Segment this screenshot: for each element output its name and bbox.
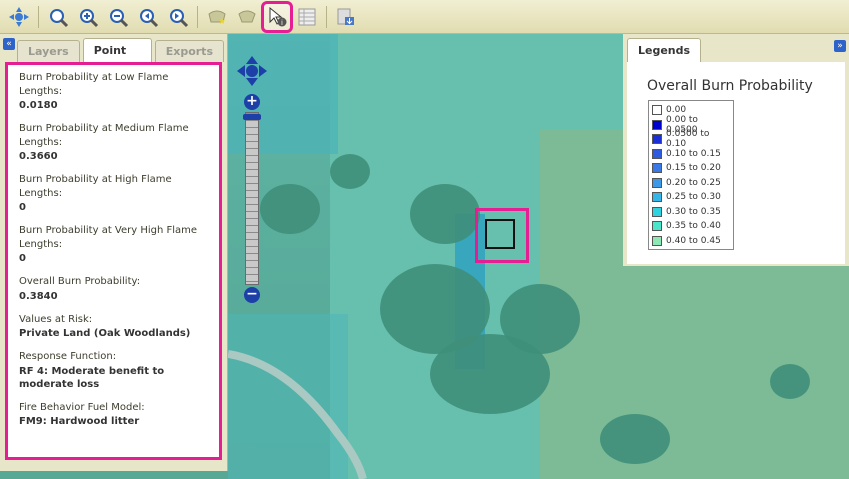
legend-swatch <box>652 163 662 174</box>
collapse-left-panel-icon[interactable]: « <box>3 38 15 50</box>
left-panel: « Layers Point Info Exports Burn Probabi… <box>0 34 228 471</box>
field-value: 0.0180 <box>19 100 58 111</box>
collapse-legend-icon[interactable]: » <box>834 40 846 52</box>
tree-canopy <box>770 364 810 399</box>
legend-title: Overall Burn Probability <box>647 78 813 94</box>
draw-polygon-icon[interactable] <box>234 4 260 30</box>
legend-item: 0.15 to 0.20 <box>652 161 730 176</box>
pan-tool-icon[interactable] <box>6 4 32 30</box>
zoom-slider[interactable] <box>245 112 259 285</box>
tree-canopy <box>260 184 320 234</box>
legend-item: 0.25 to 0.30 <box>652 190 730 205</box>
tree-canopy <box>410 184 480 244</box>
field-value: Private Land (Oak Woodlands) <box>19 328 191 339</box>
field-label: Burn Probability at Medium Flame Lengths… <box>19 123 189 148</box>
legend-label: 0.15 to 0.20 <box>666 163 721 174</box>
tab-exports[interactable]: Exports <box>154 40 224 62</box>
selected-grid-cell[interactable] <box>485 219 515 249</box>
tree-canopy <box>600 414 670 464</box>
legend-label: 0.40 to 0.45 <box>666 235 721 246</box>
pan-control[interactable] <box>236 55 268 87</box>
field-value: FM9: Hardwood litter <box>19 416 140 427</box>
legend-swatch <box>652 148 662 159</box>
field-very-high-flame: Burn Probability at Very High Flame Leng… <box>19 224 208 265</box>
field-low-flame: Burn Probability at Low Flame Lengths: 0… <box>19 71 208 112</box>
legend-label: 0.35 to 0.40 <box>666 221 721 232</box>
field-medium-flame: Burn Probability at Medium Flame Lengths… <box>19 122 208 163</box>
field-label: Response Function: <box>19 351 117 362</box>
field-value: 0 <box>19 202 26 213</box>
table-icon[interactable] <box>294 4 320 30</box>
export-map-icon[interactable] <box>333 4 359 30</box>
draw-point-icon[interactable] <box>204 4 230 30</box>
legend-swatch <box>652 235 662 246</box>
field-values-at-risk: Values at Risk: Private Land (Oak Woodla… <box>19 313 208 341</box>
legend-label: 0.00 <box>666 105 687 116</box>
legend-item: 0.35 to 0.40 <box>652 219 730 234</box>
legend-panel: Legends » Overall Burn Probability 0.00 0… <box>623 34 849 266</box>
legend-label: 0.25 to 0.30 <box>666 192 721 203</box>
legend-item: 0.0500 to 0.10 <box>652 129 730 150</box>
legend-label: 0.30 to 0.35 <box>666 206 721 217</box>
svg-text:i: i <box>281 19 283 27</box>
zoom-in-button[interactable]: + <box>244 94 260 110</box>
toolbar-separator <box>197 5 198 28</box>
zoom-out-icon[interactable] <box>105 4 131 30</box>
field-label: Burn Probability at Low Flame Lengths: <box>19 72 169 97</box>
field-high-flame: Burn Probability at High Flame Lengths: … <box>19 173 208 214</box>
field-value: 0.3840 <box>19 290 58 302</box>
legend-swatch <box>652 119 662 130</box>
field-label: Overall Burn Probability: <box>19 276 141 287</box>
toolbar-separator <box>38 5 39 28</box>
zoom-previous-icon[interactable] <box>135 4 161 30</box>
legend-item: 0.30 to 0.35 <box>652 205 730 220</box>
field-label: Burn Probability at High Flame Lengths: <box>19 174 172 199</box>
identify-tool-icon[interactable]: i <box>261 0 293 33</box>
toolbar-separator <box>326 5 327 28</box>
legend-swatch <box>652 221 662 232</box>
zoom-next-icon[interactable] <box>165 4 191 30</box>
legend-swatch <box>652 134 662 145</box>
field-fuel-model: Fire Behavior Fuel Model: FM9: Hardwood … <box>19 401 208 429</box>
field-label: Burn Probability at Very High Flame Leng… <box>19 225 198 250</box>
tab-layers[interactable]: Layers <box>17 40 80 62</box>
legend-item: 0.20 to 0.25 <box>652 176 730 191</box>
field-label: Fire Behavior Fuel Model: <box>19 401 145 413</box>
field-label: Values at Risk: <box>19 313 93 325</box>
zoom-in-icon[interactable] <box>75 4 101 30</box>
pan-right-icon <box>259 65 267 77</box>
tree-canopy <box>330 154 370 189</box>
legend-swatch <box>652 105 662 116</box>
legend-swatch <box>652 192 662 203</box>
legend-item: 0.40 to 0.45 <box>652 234 730 249</box>
road <box>228 350 367 479</box>
zoom-slider-handle[interactable] <box>243 114 261 120</box>
field-overall-burn: Overall Burn Probability: 0.3840 <box>19 275 208 303</box>
field-value: 0 <box>19 253 26 264</box>
legend-body: Overall Burn Probability 0.00 0.00 to 0.0… <box>627 62 845 264</box>
legend-label: 0.10 to 0.15 <box>666 148 721 159</box>
zoom-out-button[interactable]: − <box>244 287 260 303</box>
legend-item: 0.10 to 0.15 <box>652 147 730 162</box>
zoom-full-extent-icon[interactable] <box>45 4 71 30</box>
point-info-panel: Burn Probability at Low Flame Lengths: 0… <box>5 62 222 460</box>
legend-label: 0.20 to 0.25 <box>666 177 721 188</box>
pan-left-icon <box>237 65 245 77</box>
tree-canopy <box>500 284 580 354</box>
panel-tabs: Layers Point Info Exports <box>17 38 227 81</box>
legend-swatch <box>652 206 662 217</box>
legend-swatch <box>652 177 662 188</box>
legend-list: 0.00 0.00 to 0.0500 0.0500 to 0.10 0.10 to … <box>648 100 734 250</box>
tab-point-info[interactable]: Point Info <box>82 38 152 81</box>
field-response-function: Response Function: RF 4: Moderate benefi… <box>19 350 208 391</box>
toolbar: i <box>0 0 849 34</box>
pan-up-icon <box>246 56 258 64</box>
pan-down-icon <box>246 78 258 86</box>
field-value: RF 4: Moderate benefit to moderate loss <box>19 365 165 390</box>
legend-label: 0.0500 to 0.10 <box>666 129 710 150</box>
field-value: 0.3660 <box>19 151 58 162</box>
tab-legends[interactable]: Legends <box>627 38 702 62</box>
